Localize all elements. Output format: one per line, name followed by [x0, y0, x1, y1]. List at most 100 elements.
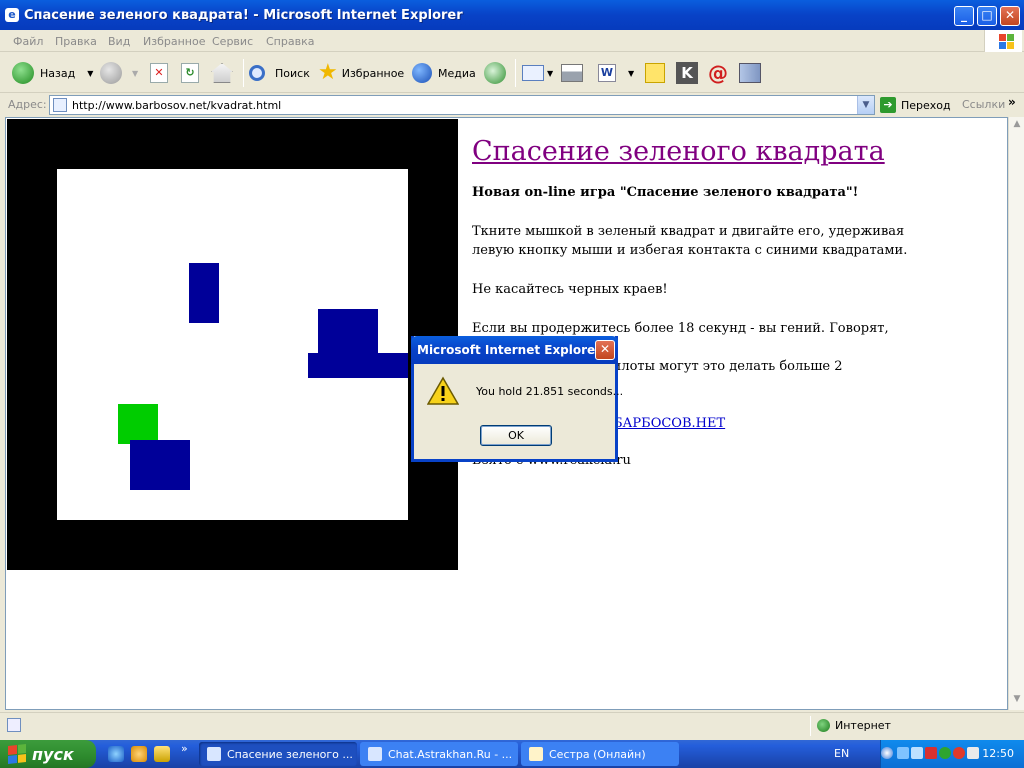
system-tray: 12:50: [880, 740, 1024, 768]
enemy-square: [308, 353, 408, 378]
mail-button[interactable]: ▼: [522, 61, 553, 85]
task-label: Спасение зеленого ...: [227, 747, 353, 761]
start-label: пуск: [32, 744, 74, 764]
go-arrow-icon: ➔: [880, 97, 896, 113]
ok-button[interactable]: OK: [480, 425, 552, 446]
ie-window: e Спасение зеленого квадрата! - Microsof…: [0, 0, 1024, 740]
go-label: Переход: [901, 98, 951, 112]
mailru-button[interactable]: @: [708, 61, 728, 85]
minimize-button[interactable]: _: [954, 6, 974, 26]
vertical-scrollbar[interactable]: ▲ ▼: [1008, 117, 1024, 710]
start-button[interactable]: пуск: [0, 740, 96, 768]
window-title: Спасение зеленого квадрата! - Microsoft …: [24, 8, 463, 23]
address-input[interactable]: http://www.barbosov.net/kvadrat.html ▼: [49, 95, 875, 115]
close-button[interactable]: ✕: [1000, 6, 1020, 26]
dialog-title-bar[interactable]: Microsoft Internet Explorer ✕: [411, 336, 618, 364]
ie-app-icon[interactable]: e: [5, 8, 19, 22]
menu-view[interactable]: Вид: [108, 35, 130, 48]
maximize-button[interactable]: □: [977, 6, 997, 26]
task-messenger[interactable]: Сестра (Онлайн): [521, 742, 679, 766]
search-icon: [249, 65, 265, 81]
address-dropdown-icon[interactable]: ▼: [857, 96, 874, 114]
task-mail-icon: [529, 747, 543, 761]
forward-dropdown-icon[interactable]: ▼: [132, 69, 138, 78]
menu-bar: Файл Правка Вид Избранное Сервис Справка: [0, 30, 1024, 52]
security-zone[interactable]: Интернет: [817, 719, 891, 732]
research-button[interactable]: [739, 61, 761, 85]
barbosov-link[interactable]: БАРБОСОВ.НЕТ: [613, 416, 725, 431]
quicklaunch-ie-icon[interactable]: [108, 746, 124, 762]
page-heading[interactable]: Спасение зеленого квадрата: [472, 136, 912, 167]
menu-tools[interactable]: Сервис: [212, 35, 253, 48]
favorites-label: Избранное: [341, 66, 405, 80]
tray-monitor-icon[interactable]: [967, 747, 979, 759]
media-label: Медиа: [438, 66, 476, 80]
search-button[interactable]: Поиск: [249, 61, 310, 85]
links-chevron-icon[interactable]: »: [1008, 95, 1016, 109]
language-indicator[interactable]: EN: [834, 747, 849, 760]
refresh-button[interactable]: ↻: [181, 61, 199, 85]
back-arrow-icon: [12, 62, 34, 84]
tray-icq-icon[interactable]: [939, 747, 951, 759]
genius-text-line2: пилоты могут это делать больше 2: [604, 359, 843, 374]
dialog-title: Microsoft Internet Explorer: [417, 343, 602, 357]
status-page-icon: [7, 718, 21, 732]
page-instructions: Ткните мышкой в зеленый квадрат и двигай…: [472, 224, 908, 258]
task-ie-active[interactable]: Спасение зеленого ...: [199, 742, 357, 766]
edit-word-button[interactable]: W ▼: [598, 61, 634, 85]
media-button[interactable]: Медиа: [412, 61, 476, 85]
note-button[interactable]: [645, 61, 665, 85]
game-border[interactable]: [7, 119, 458, 570]
game-field[interactable]: [57, 169, 408, 520]
quicklaunch-chevron-icon[interactable]: »: [181, 742, 188, 755]
tray-antivirus-icon[interactable]: [953, 747, 965, 759]
page-subtitle: Новая on-line игра "Спасение зеленого кв…: [472, 185, 859, 200]
scroll-down-icon[interactable]: ▼: [1011, 694, 1023, 708]
address-bar: Адрес: http://www.barbosov.net/kvadrat.h…: [0, 94, 1024, 116]
taskbar: пуск » Спасение зеленого ... Chat.Astrak…: [0, 740, 1024, 768]
search-label: Поиск: [275, 66, 310, 80]
tray-hide-icon[interactable]: [881, 747, 893, 759]
media-globe-icon: [412, 63, 432, 83]
address-url[interactable]: http://www.barbosov.net/kvadrat.html: [72, 99, 281, 112]
menu-file[interactable]: Файл: [13, 35, 43, 48]
back-button[interactable]: Назад ▼: [12, 61, 93, 85]
tray-network-icon[interactable]: [897, 747, 909, 759]
menu-edit[interactable]: Правка: [55, 35, 97, 48]
enemy-square: [189, 263, 219, 323]
toolbar-separator: [515, 59, 516, 87]
history-button[interactable]: [484, 61, 506, 85]
enemy-square: [318, 309, 378, 359]
edit-dropdown-icon[interactable]: ▼: [628, 69, 634, 78]
back-dropdown-icon[interactable]: ▼: [87, 69, 93, 78]
home-button[interactable]: [211, 61, 233, 85]
clock[interactable]: 12:50: [982, 747, 1014, 760]
menu-help[interactable]: Справка: [266, 35, 314, 48]
enemy-square: [130, 440, 190, 490]
warning-icon: [427, 376, 459, 405]
dialog-close-button[interactable]: ✕: [595, 340, 615, 360]
go-button[interactable]: ➔ Переход: [880, 96, 951, 114]
player-green-square[interactable]: [118, 404, 158, 444]
print-button[interactable]: [561, 61, 583, 85]
menu-favorites[interactable]: Избранное: [143, 35, 205, 48]
task-chat[interactable]: Chat.Astrakhan.Ru - ...: [360, 742, 518, 766]
mail-dropdown-icon[interactable]: ▼: [547, 69, 553, 78]
k-button[interactable]: K: [676, 61, 698, 85]
scroll-up-icon[interactable]: ▲: [1011, 119, 1023, 133]
windows-logo-icon: [984, 30, 1022, 52]
tray-k-icon[interactable]: [925, 747, 937, 759]
stop-button[interactable]: ✕: [150, 61, 168, 85]
mail-icon: [522, 65, 544, 81]
title-bar[interactable]: e Спасение зеленого квадрата! - Microsof…: [0, 0, 1024, 30]
forward-button[interactable]: ▼: [100, 61, 138, 85]
quicklaunch-media-icon[interactable]: [131, 746, 147, 762]
tray-display-icon[interactable]: [911, 747, 923, 759]
links-toolbar[interactable]: Ссылки: [962, 98, 1005, 111]
quicklaunch-desktop-icon[interactable]: [154, 746, 170, 762]
stop-icon: ✕: [150, 63, 168, 83]
address-label: Адрес:: [8, 98, 47, 111]
page-warning: Не касайтесь черных краев!: [472, 282, 668, 297]
windows-flag-icon: [8, 744, 26, 764]
favorites-button[interactable]: ★ Избранное: [318, 61, 404, 85]
